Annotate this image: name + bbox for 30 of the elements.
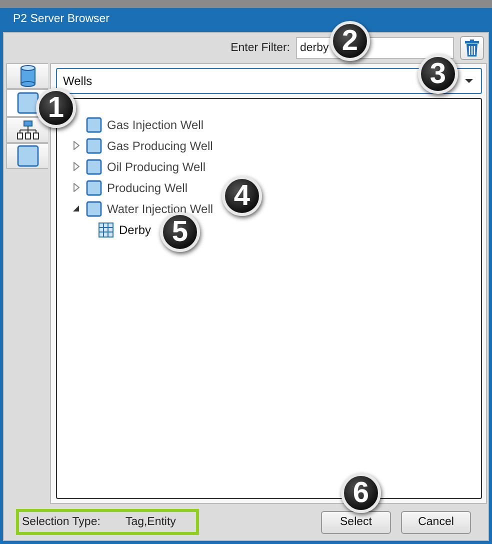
expand-arrow-icon[interactable] [72,183,80,192]
dialog-button[interactable]: Cancel [401,510,471,534]
tree-item[interactable]: Oil Producing Well [107,160,206,174]
square-icon [16,145,38,167]
delete-button[interactable] [460,36,484,60]
square-icon [16,92,38,114]
dialog-button[interactable]: Select [321,510,391,534]
expand-arrow-icon[interactable] [72,162,80,171]
window-title: P2 Server Browser [13,13,110,25]
tree-item[interactable]: Producing Well [107,180,188,194]
expand-arrow-icon[interactable] [72,141,80,150]
tree-item[interactable]: Gas Injection Well [107,118,204,132]
tree-item[interactable]: Derby [119,222,152,236]
square-icon [86,116,102,132]
tree-item[interactable]: Gas Producing Well [107,138,213,152]
hierarchy-icon [16,120,38,140]
square-icon [86,138,102,154]
square-icon [86,158,102,174]
selection-type-label: Selection Type: [22,516,100,528]
side-tab[interactable] [6,63,48,89]
database-icon [20,65,36,87]
square-icon [86,180,102,196]
filter-label: Enter Filter: [230,42,290,54]
trash-icon [464,39,480,57]
selection-type-value: Tag,Entity [125,516,176,528]
square-icon [86,200,102,216]
table-icon [98,222,114,238]
collapse-arrow-icon[interactable] [72,205,80,212]
dropdown-caret-icon [465,79,473,83]
side-tab[interactable] [6,117,48,143]
